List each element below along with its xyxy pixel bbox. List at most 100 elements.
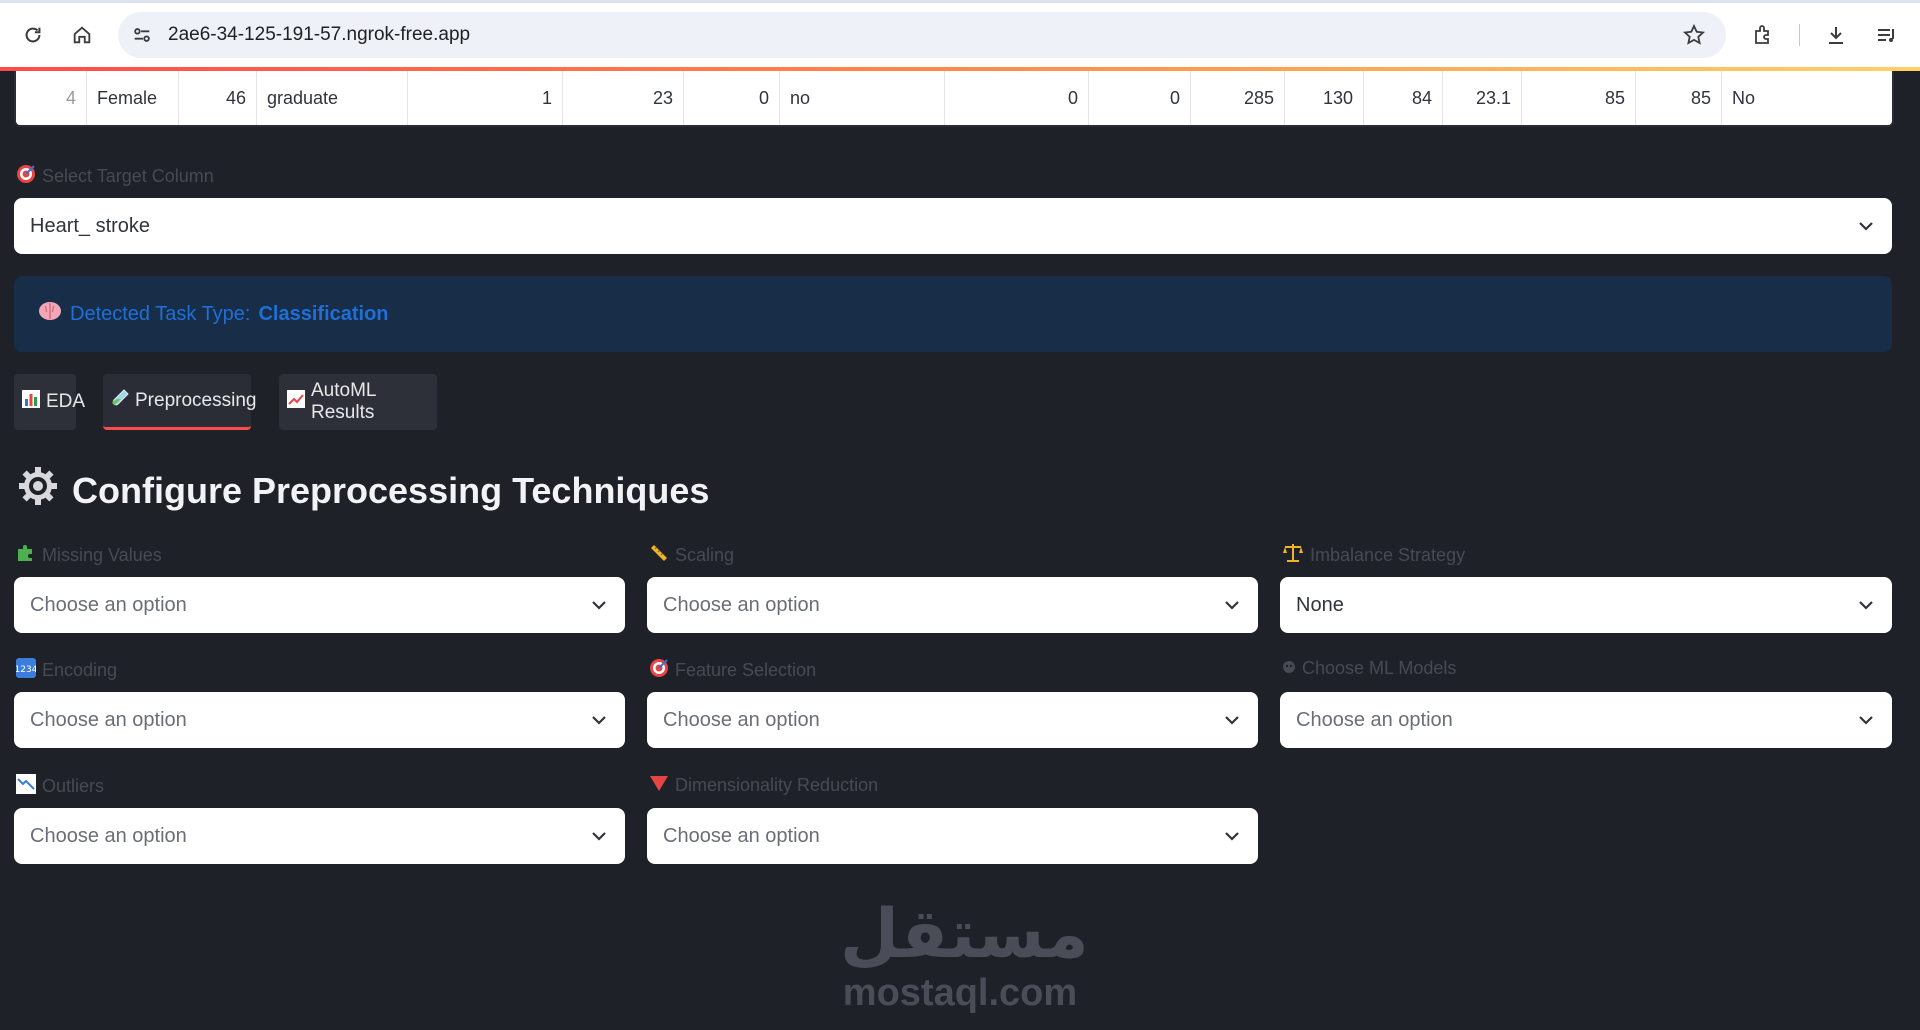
- chart-down-icon: [16, 774, 36, 799]
- ruler-icon: [649, 543, 669, 568]
- download-icon[interactable]: [1818, 17, 1854, 53]
- gear-icon: [18, 466, 58, 515]
- reload-icon[interactable]: [15, 17, 51, 53]
- ml-models-label: Choose ML Models: [1282, 658, 1456, 679]
- tab-label: Preprocessing: [135, 389, 257, 411]
- outliers-value: Choose an option: [30, 824, 187, 847]
- outliers-label-text: Outliers: [42, 776, 105, 796]
- puzzle-icon: [16, 543, 36, 568]
- scaling-label-text: Scaling: [675, 545, 735, 565]
- table-cell[interactable]: 46: [179, 71, 257, 125]
- table-cell[interactable]: 0: [1089, 71, 1191, 125]
- test-tube-icon: [111, 388, 129, 413]
- outliers-select[interactable]: Choose an option: [14, 808, 625, 864]
- page-title-text: Configure Preprocessing Techniques: [72, 469, 710, 511]
- scaling-select[interactable]: Choose an option: [647, 577, 1258, 633]
- imbalance-strategy-label-text: Imbalance Strategy: [1310, 545, 1466, 565]
- robot-icon: [1282, 658, 1296, 679]
- page-title: Configure Preprocessing Techniques: [18, 466, 709, 515]
- missing-values-value: Choose an option: [30, 593, 187, 616]
- star-icon[interactable]: [1676, 17, 1712, 53]
- table-cell[interactable]: 0: [945, 71, 1089, 125]
- extensions-icon[interactable]: [1745, 17, 1781, 53]
- feature-selection-value: Choose an option: [663, 708, 820, 731]
- scales-icon: [1282, 543, 1304, 568]
- table-cell[interactable]: 23.1: [1443, 71, 1522, 125]
- chevron-down-icon[interactable]: [1222, 595, 1242, 615]
- chevron-down-icon[interactable]: [589, 595, 609, 615]
- table-cell[interactable]: graduate: [257, 71, 408, 125]
- table-cell[interactable]: 285: [1191, 71, 1285, 125]
- target-icon: [16, 164, 36, 189]
- imbalance-strategy-select[interactable]: None: [1280, 577, 1892, 633]
- chevron-down-icon[interactable]: [1856, 216, 1876, 236]
- target-column-select[interactable]: Heart_ stroke: [14, 198, 1892, 254]
- home-icon[interactable]: [64, 17, 100, 53]
- chevron-down-icon[interactable]: [1856, 710, 1876, 730]
- tab-strip-edge: [0, 0, 1920, 3]
- toolbar-divider: [1799, 24, 1800, 46]
- watermark-logo: مستقل mostaql.com: [840, 896, 1089, 1014]
- encoding-label-text: Encoding: [42, 660, 118, 680]
- missing-values-label: Missing Values: [16, 543, 162, 568]
- chevron-down-icon[interactable]: [589, 710, 609, 730]
- chevron-down-icon[interactable]: [1222, 826, 1242, 846]
- dimensionality-reduction-label-text: Dimensionality Reduction: [675, 775, 879, 795]
- missing-values-label-text: Missing Values: [42, 545, 162, 565]
- feature-selection-label-text: Feature Selection: [675, 660, 817, 680]
- table-row[interactable]: 4 Female 46 graduate 1 23 0 no 0 0 285 1…: [16, 71, 1892, 125]
- dimensionality-reduction-select[interactable]: Choose an option: [647, 808, 1258, 864]
- table-cell[interactable]: 84: [1364, 71, 1443, 125]
- table-cell[interactable]: no: [780, 71, 945, 125]
- table-cell[interactable]: 130: [1285, 71, 1364, 125]
- dimensionality-reduction-label: Dimensionality Reduction: [649, 774, 878, 797]
- chevron-down-icon[interactable]: [1856, 595, 1876, 615]
- tab-automl-results[interactable]: AutoML Results: [279, 374, 437, 430]
- task-type-value: Classification: [258, 302, 389, 325]
- chevron-down-icon[interactable]: [1222, 710, 1242, 730]
- table-cell[interactable]: 23: [563, 71, 684, 125]
- tab-eda[interactable]: EDA: [14, 374, 85, 430]
- target-icon: [649, 658, 669, 683]
- outliers-label: Outliers: [16, 774, 104, 799]
- ml-models-value: Choose an option: [1296, 708, 1453, 731]
- task-type-alert: Detected Task Type: Classification: [14, 276, 1892, 352]
- tab-preprocessing[interactable]: Preprocessing: [103, 374, 256, 430]
- target-column-label: Select Target Column: [16, 164, 214, 189]
- browser-toolbar: 2ae6-34-125-191-57.ngrok-free.app: [0, 0, 1920, 70]
- url-text[interactable]: 2ae6-34-125-191-57.ngrok-free.app: [168, 24, 470, 46]
- site-settings-icon[interactable]: [124, 17, 160, 53]
- encoding-value: Choose an option: [30, 708, 187, 731]
- missing-values-select[interactable]: Choose an option: [14, 577, 625, 633]
- encoding-select[interactable]: Choose an option: [14, 692, 625, 748]
- chevron-down-icon[interactable]: [589, 826, 609, 846]
- watermark-arabic: مستقل: [840, 896, 1089, 972]
- brain-icon: [38, 300, 62, 328]
- task-type-prefix: Detected Task Type:: [70, 302, 251, 325]
- tab-label: EDA: [46, 391, 86, 412]
- imbalance-strategy-label: Imbalance Strategy: [1282, 543, 1465, 568]
- scaling-label: Scaling: [649, 543, 734, 568]
- table-cell[interactable]: No: [1722, 71, 1892, 125]
- table-cell[interactable]: 85: [1636, 71, 1722, 125]
- scaling-value: Choose an option: [663, 593, 820, 616]
- table-cell[interactable]: 1: [408, 71, 563, 125]
- reading-list-icon[interactable]: [1868, 17, 1904, 53]
- watermark-latin: mostaql.com: [842, 972, 1078, 1014]
- target-column-value: Heart_ stroke: [30, 214, 151, 237]
- red-triangle-icon: [649, 774, 669, 797]
- table-cell-index: 4: [16, 71, 87, 125]
- chart-up-icon: [287, 390, 305, 414]
- table-cell[interactable]: 0: [684, 71, 780, 125]
- encoding-label: 1234 Encoding: [15, 658, 118, 683]
- table-cell[interactable]: Female: [87, 71, 179, 125]
- bar-chart-icon: [22, 390, 40, 414]
- feature-selection-select[interactable]: Choose an option: [647, 692, 1258, 748]
- table-cell[interactable]: 85: [1522, 71, 1636, 125]
- dimensionality-reduction-value: Choose an option: [663, 824, 820, 847]
- ml-models-label-text: Choose ML Models: [1302, 658, 1457, 678]
- feature-selection-label: Feature Selection: [649, 658, 816, 683]
- dataframe-table[interactable]: 4 Female 46 graduate 1 23 0 no 0 0 285 1…: [14, 71, 1894, 127]
- ml-models-select[interactable]: Choose an option: [1280, 692, 1892, 748]
- abc-icon: 1234: [15, 658, 38, 683]
